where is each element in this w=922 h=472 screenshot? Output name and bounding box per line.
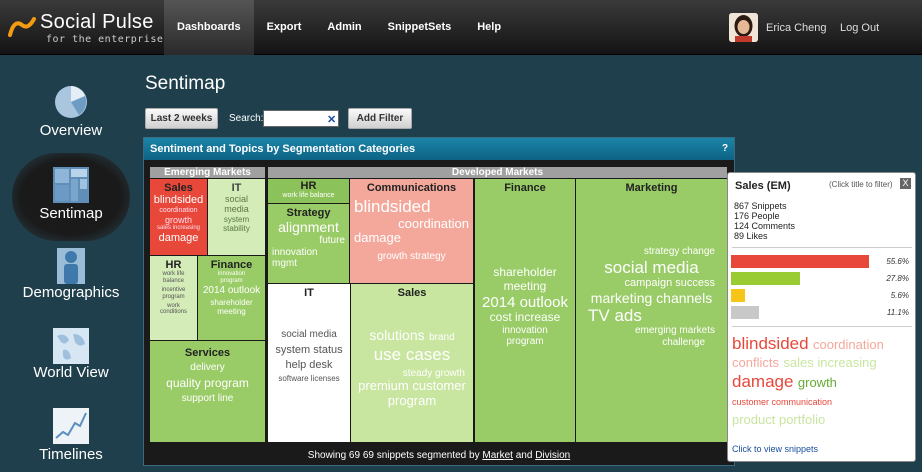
sidebar-label-sentimap: Sentimap	[39, 205, 103, 222]
sentiment-pct: 27.8%	[886, 274, 909, 283]
pie-chart-icon	[55, 86, 87, 118]
sidebar-item-world-view[interactable]: World View	[12, 328, 130, 388]
cell-dm-finance[interactable]: Finance shareholder meeting 2014 outlook…	[475, 179, 575, 442]
division-link[interactable]: Division	[535, 450, 570, 461]
user-name[interactable]: Erica Cheng	[766, 22, 827, 34]
cell-dm-marketing[interactable]: Marketing strategy change social media c…	[576, 179, 727, 442]
date-range-button[interactable]: Last 2 weeks	[145, 108, 218, 129]
sidebar-item-sentimap[interactable]: Sentimap	[12, 153, 130, 241]
nav-export[interactable]: Export	[254, 0, 315, 55]
cloud-word[interactable]: product portfolio	[732, 412, 825, 427]
globe-icon	[53, 328, 89, 364]
brand-logo[interactable]: Social Pulse for the enterprise	[6, 7, 166, 47]
view-snippets-link[interactable]: Click to view snippets	[732, 444, 818, 454]
cloud-word[interactable]: coordination	[813, 337, 884, 352]
cloud-word[interactable]: damage	[732, 372, 793, 391]
brand-name: Social Pulse	[40, 11, 154, 33]
cell-dm-it[interactable]: IT social media system status help desk …	[268, 284, 350, 442]
close-icon[interactable]: X	[900, 178, 911, 189]
panel-footer: Showing 69 69 snippets segmented by Mark…	[307, 450, 571, 461]
logout-link[interactable]: Log Out	[840, 22, 879, 34]
divider	[732, 326, 912, 327]
top-bar: Social Pulse for the enterprise Dashboar…	[0, 0, 922, 55]
sentiment-bar	[731, 289, 745, 302]
close-icon[interactable]: ✕	[327, 113, 336, 126]
sidebar-item-demographics[interactable]: Demographics	[12, 248, 130, 308]
treemap-icon	[53, 167, 89, 203]
popup-hint: (Click title to filter)	[829, 180, 893, 189]
person-icon	[57, 248, 85, 284]
sidebar-label-timelines: Timelines	[39, 446, 103, 463]
search-label: Search:	[229, 113, 264, 124]
sidebar: Overview Sentimap Demographics World Vie…	[0, 56, 140, 472]
main-nav: Dashboards Export Admin SnippetSets Help	[164, 0, 514, 55]
sentimap-panel: Sentiment and Topics by Segmentation Cat…	[143, 137, 735, 466]
cell-em-hr[interactable]: HR work life balance incentive program w…	[150, 256, 197, 340]
market-link[interactable]: Market	[482, 450, 513, 461]
sidebar-label-world-view: World View	[33, 364, 109, 381]
help-icon[interactable]: ?	[722, 143, 728, 154]
sidebar-item-overview[interactable]: Overview	[12, 84, 130, 144]
nav-help[interactable]: Help	[464, 0, 514, 55]
cloud-word[interactable]: blindsided	[732, 334, 809, 353]
cell-em-it[interactable]: IT social media system stability	[208, 179, 265, 255]
popup-title[interactable]: Sales (EM)	[735, 180, 791, 192]
segment-detail-popup: Sales (EM) (Click title to filter) X 867…	[727, 172, 916, 462]
logo-swoosh-icon	[8, 17, 36, 37]
avatar[interactable]	[729, 13, 758, 42]
nav-dashboards[interactable]: Dashboards	[164, 0, 254, 55]
cloud-word[interactable]: sales increasing	[783, 355, 876, 370]
sentiment-bar	[731, 255, 869, 268]
cloud-word[interactable]: conflicts	[732, 355, 779, 370]
cell-dm-communications[interactable]: Communications blindsided coordination d…	[350, 179, 473, 283]
line-chart-icon	[53, 408, 89, 444]
brand-tagline: for the enterprise	[46, 34, 164, 45]
nav-admin[interactable]: Admin	[314, 0, 374, 55]
sentiment-pct: 55.6%	[886, 257, 909, 266]
panel-header: Sentiment and Topics by Segmentation Cat…	[144, 138, 734, 160]
word-cloud: blindsided coordination conflicts sales …	[732, 334, 914, 429]
cell-dm-strategy[interactable]: Strategy alignment future innovation mgm…	[268, 204, 349, 283]
sentiment-bar	[731, 272, 800, 285]
nav-snippetsets[interactable]: SnippetSets	[375, 0, 465, 55]
cell-em-finance[interactable]: Finance innovation program 2014 outlook …	[198, 256, 265, 340]
cell-dm-sales[interactable]: Sales solutions brand use cases steady g…	[351, 284, 473, 442]
popup-stats: 867 Snippets 176 People 124 Comments 89 …	[734, 201, 796, 241]
sentiment-bar	[731, 306, 759, 319]
sentiment-pct: 5.6%	[890, 291, 909, 300]
sidebar-label-overview: Overview	[39, 122, 103, 139]
sentiment-pct: 11.1%	[886, 308, 909, 317]
page-title: Sentimap	[145, 73, 226, 94]
cloud-word[interactable]: customer communication	[732, 397, 832, 407]
avatar-face-icon	[729, 13, 758, 42]
sidebar-label-demographics: Demographics	[22, 284, 120, 301]
cell-dm-hr[interactable]: HR work life balance	[268, 179, 349, 203]
add-filter-button[interactable]: Add Filter	[348, 108, 412, 129]
cell-em-services[interactable]: Services delivery quality program suppor…	[150, 341, 265, 442]
segment-header-emerging: Emerging Markets	[150, 167, 265, 178]
cloud-word[interactable]: growth	[798, 375, 837, 390]
cell-em-sales[interactable]: Sales blindsided coordination growth sal…	[150, 179, 207, 255]
segment-header-developed: Developed Markets	[268, 167, 727, 178]
panel-title: Sentiment and Topics by Segmentation Cat…	[150, 143, 416, 155]
divider	[732, 247, 912, 248]
sidebar-item-timelines[interactable]: Timelines	[12, 408, 130, 468]
